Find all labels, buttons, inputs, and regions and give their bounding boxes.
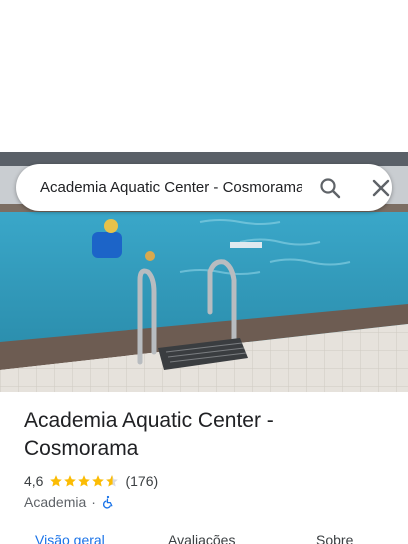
map-blank-area	[0, 0, 408, 152]
place-category: Academia	[24, 494, 87, 510]
tab-overview[interactable]: Visão geral	[35, 532, 105, 544]
close-icon[interactable]	[369, 176, 393, 200]
search-input[interactable]: Academia Aquatic Center - Cosmorama	[40, 164, 302, 211]
category-row: Academia ·	[24, 493, 115, 511]
search-bar[interactable]: Academia Aquatic Center - Cosmorama	[16, 164, 392, 211]
star-icon	[92, 475, 105, 487]
star-icon	[78, 475, 91, 487]
review-count[interactable]: (176)	[125, 473, 158, 489]
star-icon	[50, 475, 63, 487]
search-icon[interactable]	[318, 176, 342, 200]
star-icon	[64, 475, 77, 487]
rating-value: 4,6	[24, 473, 44, 489]
star-half-icon	[106, 475, 119, 487]
separator: ·	[91, 494, 96, 510]
star-rating	[49, 474, 119, 488]
tab-bar: Visão geral Avaliações Sobre	[0, 528, 408, 544]
tab-reviews[interactable]: Avaliações	[168, 532, 235, 544]
wheelchair-icon	[102, 495, 113, 509]
place-title: Academia Aquatic Center - Cosmorama	[24, 409, 274, 460]
rating-row[interactable]: 4,6 (176)	[24, 472, 158, 490]
tab-about[interactable]: Sobre	[316, 532, 353, 544]
